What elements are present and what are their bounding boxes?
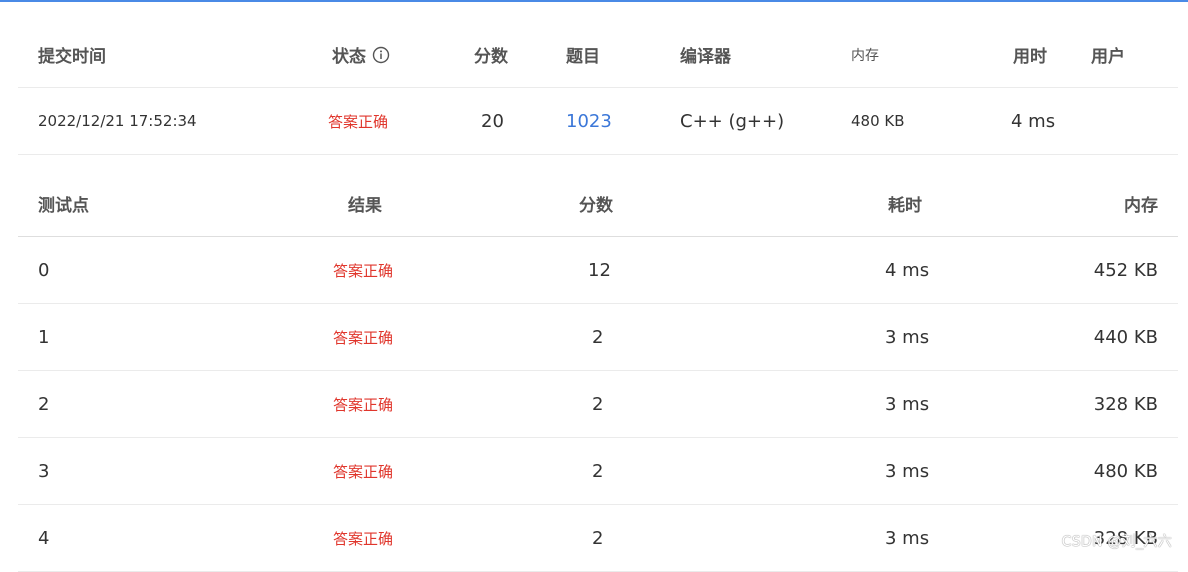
- case-result: 答案正确: [333, 328, 394, 347]
- header-memory: 内存: [851, 47, 879, 64]
- memory-value: 480 KB: [851, 112, 905, 130]
- header-user: 用户: [1091, 47, 1125, 67]
- case-time: 3 ms: [885, 460, 930, 482]
- case-time: 3 ms: [885, 527, 930, 549]
- case-memory: 328 KB: [1093, 393, 1158, 415]
- case-id: 3: [38, 460, 50, 482]
- testcase-table: 测试点 结果 分数 耗时 内存 0 答案正确 12 4 ms 452 KB 1 …: [18, 170, 1178, 572]
- case-result: 答案正确: [333, 395, 394, 414]
- table-row: 4 答案正确 2 3 ms 328 KB: [18, 505, 1178, 572]
- header-case-memory: 内存: [1124, 195, 1158, 216]
- case-score: 2: [592, 393, 604, 415]
- case-id: 1: [38, 326, 50, 348]
- header-result: 结果: [348, 195, 382, 216]
- info-circle-icon[interactable]: [372, 46, 390, 64]
- case-time: 4 ms: [885, 259, 930, 281]
- submission-header-row: 提交时间 状态 分数 题目 编译器 内存 用时 用户: [18, 22, 1178, 88]
- case-memory: 452 KB: [1093, 259, 1158, 281]
- case-score: 2: [592, 326, 604, 348]
- csdn-watermark: CSDN @刘_六六: [1061, 534, 1172, 550]
- header-submit-time: 提交时间: [38, 47, 106, 67]
- case-result: 答案正确: [333, 529, 394, 548]
- case-memory: 440 KB: [1093, 326, 1158, 348]
- case-score: 2: [592, 460, 604, 482]
- header-time: 用时: [1013, 47, 1047, 67]
- case-time: 3 ms: [885, 326, 930, 348]
- problem-link[interactable]: 1023: [566, 88, 612, 154]
- header-status-label: 状态: [332, 47, 366, 67]
- case-result: 答案正确: [333, 261, 394, 280]
- status-badge: 答案正确: [328, 112, 389, 131]
- case-score: 12: [588, 259, 611, 281]
- case-id: 0: [38, 259, 50, 281]
- testcase-header-row: 测试点 结果 分数 耗时 内存: [18, 170, 1178, 237]
- case-time: 3 ms: [885, 393, 930, 415]
- table-row: 0 答案正确 12 4 ms 452 KB: [18, 237, 1178, 304]
- header-case-score: 分数: [579, 195, 613, 216]
- table-row: 2 答案正确 2 3 ms 328 KB: [18, 371, 1178, 438]
- submission-row: 2022/12/21 17:52:34 答案正确 20 1023 C++ (g+…: [18, 88, 1178, 155]
- table-row: 1 答案正确 2 3 ms 440 KB: [18, 304, 1178, 371]
- case-score: 2: [592, 527, 604, 549]
- case-id: 2: [38, 393, 50, 415]
- compiler-value: C++ (g++): [680, 110, 785, 132]
- header-compiler: 编译器: [680, 47, 731, 67]
- top-accent-border: [0, 0, 1188, 2]
- table-row: 3 答案正确 2 3 ms 480 KB: [18, 438, 1178, 505]
- score-value: 20: [481, 110, 504, 132]
- header-case-time: 耗时: [888, 195, 922, 216]
- header-testcase: 测试点: [38, 195, 89, 216]
- case-result: 答案正确: [333, 462, 394, 481]
- submit-time-value: 2022/12/21 17:52:34: [38, 112, 197, 130]
- case-id: 4: [38, 527, 50, 549]
- time-value: 4 ms: [1011, 110, 1056, 132]
- submission-table: 提交时间 状态 分数 题目 编译器 内存 用时 用户 2022/12/21 17…: [18, 22, 1178, 155]
- header-problem: 题目: [566, 47, 600, 67]
- case-memory: 480 KB: [1093, 460, 1158, 482]
- header-status: 状态: [332, 22, 390, 87]
- header-score: 分数: [474, 47, 508, 67]
